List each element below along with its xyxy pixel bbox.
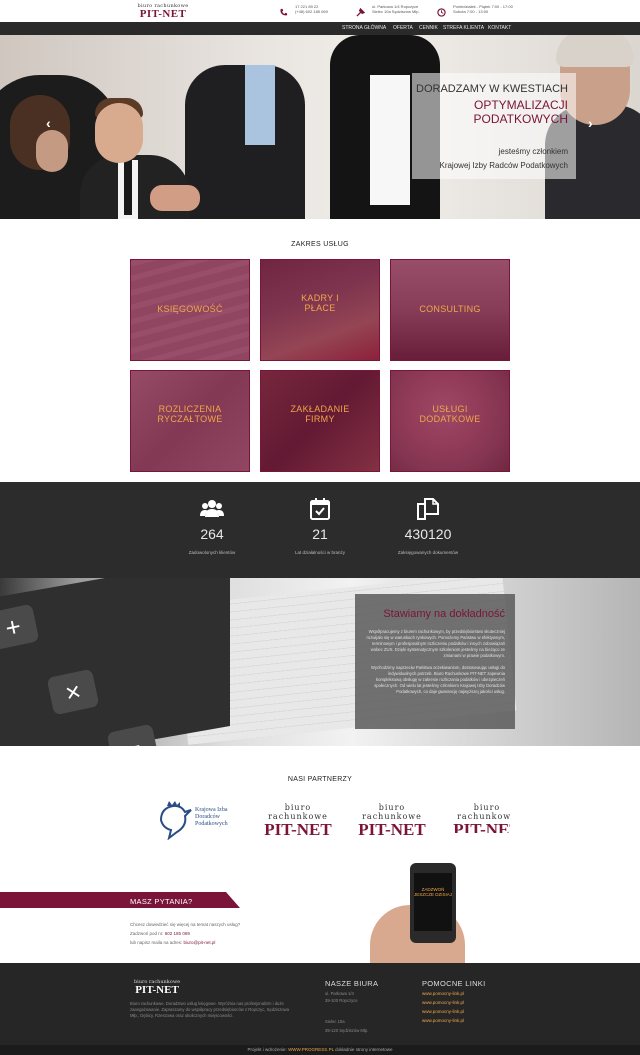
partner-pitnet-logo-3-clip: biuro rachunkowePIT-NET [447, 803, 510, 833]
smartphone-screen: ZADZWOŃ JESZCZE DZISIAJ [414, 873, 452, 931]
header-address: ul. Parkowa 1/4 Ropczyce Sielec 10a Sędz… [372, 4, 420, 14]
logo[interactable]: biuro rachunkowe PIT-NET [136, 3, 190, 20]
precision-paragraph-2: Wychodzimy naprzeciw Państwa oczekiwanio… [370, 665, 505, 694]
kidp-text: Krajowa Izba Doradców Podatkowych [195, 807, 228, 827]
header-phone: 17 221 89 22 (+48) 602 185 069 [295, 4, 328, 14]
footer-link[interactable]: www.pomocny-link.pl [422, 1000, 464, 1006]
footer-link[interactable]: www.pomocny-link.pl [422, 991, 464, 997]
nav-item-contact[interactable]: KONTAKT [488, 26, 511, 31]
eagle-icon [159, 801, 192, 840]
stat-documents: 430120 Zaksięgowanych dokumentów [368, 498, 488, 555]
header: biuro rachunkowe PIT-NET 17 221 89 22 (+… [0, 0, 640, 22]
service-label: ROZLICZENIA RYCZAŁTOWE [157, 404, 223, 424]
partners-title: NASI PARTNERZY [287, 776, 353, 783]
service-label: USŁUGI DODATKOWE [419, 404, 481, 424]
phone-screen-text: ZADZWOŃ JESZCZE DZISIAJ [414, 887, 453, 897]
service-tile-payroll[interactable]: KADRY I PŁACE [260, 259, 380, 361]
phone-line-2: (+48) 602 185 069 [295, 9, 328, 14]
partner-pitnet-logo-3[interactable]: biuro rachunkowePIT-NET [447, 803, 510, 833]
service-label: KADRY I PŁACE [301, 293, 339, 313]
service-label: CONSULTING [419, 304, 481, 314]
office-1-line-2: 39-100 Ropczyce [325, 998, 358, 1003]
partner-kidp-logo[interactable]: Krajowa Izba Doradców Podatkowych [155, 800, 250, 842]
hero-line-3-4: jesteśmy członkiem Krajowej Izby Radców … [408, 145, 568, 173]
main-nav: STRONA GŁÓWNA OFERTA CENNIK STREFA KLIEN… [0, 22, 640, 35]
service-tile-extra[interactable]: USŁUGI DODATKOWE [390, 370, 510, 472]
stat-value: 430120 [404, 526, 452, 542]
footer-link[interactable]: www.pomocny-link.pl [422, 1009, 464, 1015]
stat-value: 264 [200, 526, 224, 542]
copyright-bar: Projekt i wdrożenie: WWW.PROGRESS.PL dok… [0, 1045, 640, 1055]
stat-caption: Zadowolonych klientów [188, 550, 236, 555]
header-hours: Poniedziałek - Piątek 7:00 - 17:00 Sobot… [453, 4, 513, 14]
questions-banner [0, 892, 240, 908]
service-label: ZAKŁADANIE FIRMY [290, 404, 350, 424]
service-tile-consulting[interactable]: CONSULTING [390, 259, 510, 361]
questions-email-link[interactable]: biuro@pit-net.pl [184, 940, 216, 945]
services-title: ZAKRES USŁUG [291, 241, 349, 248]
nav-item-home[interactable]: STRONA GŁÓWNA [342, 26, 386, 31]
footer [0, 963, 640, 1045]
stats-section: 264 Zadowolonych klientów 21 Lat działal… [0, 482, 640, 578]
footer-about: Biuro rachunkowe. Doradztwo usług księgo… [130, 1001, 289, 1018]
nav-item-offer[interactable]: OFERTA [393, 26, 413, 31]
questions-phone-link[interactable]: 602 185 069 [165, 931, 190, 936]
slider-prev-arrow-icon[interactable]: ‹ [46, 115, 51, 131]
precision-body: Współpracujemy z biurem rachunkowym, by … [365, 629, 505, 695]
documents-icon [416, 498, 440, 520]
clock-icon [437, 4, 446, 17]
office-1-line-1: ul. Parkowa 1/4 [325, 991, 354, 996]
hero-line-2: OPTYMALIZACJI PODATKOWYCH [473, 98, 568, 126]
phone-icon [279, 4, 288, 16]
questions-line-1: Chcesz dowiedzieć się więcej na temat na… [130, 922, 241, 927]
hours-line-2: Sobota 7:00 - 13:00 [453, 9, 489, 14]
footer-offices-title: NASZE BIURA [325, 979, 379, 988]
stat-value: 21 [312, 526, 328, 542]
background-calculator [0, 578, 230, 746]
hero-slider: ‹ › DORADZAMY W KWESTIACH OPTYMALIZACJI … [0, 35, 640, 219]
service-tile-accounting[interactable]: KSIĘGOWOŚĆ [130, 259, 250, 361]
address-line-2: Sielec 10a Sędziszów Młp. [372, 9, 420, 14]
questions-title: MASZ PYTANIA? [130, 897, 193, 906]
precision-section: × + − [0, 578, 640, 746]
pin-icon [356, 4, 366, 17]
footer-link[interactable]: www.pomocny-link.pl [422, 1018, 464, 1024]
footer-links-title: POMOCNE LINKI [422, 979, 486, 988]
precision-title: Stawiamy na dokładność [383, 608, 505, 620]
users-icon [200, 498, 224, 520]
stat-caption: Lat działalności w branży [294, 550, 346, 555]
questions-line-3: lub napisz maila na adres: biuro@pit-net… [130, 940, 216, 945]
calendar-check-icon [308, 498, 332, 520]
service-label: KSIĘGOWOŚĆ [157, 304, 223, 314]
stat-years: 21 Lat działalności w branży [260, 498, 380, 555]
precision-textbox: Stawiamy na dokładność Współpracujemy z … [355, 594, 515, 729]
hero-line-3: jesteśmy członkiem [498, 147, 568, 156]
stat-caption: Zaksięgowanych dokumentów [397, 550, 459, 555]
hero-line-4: Krajowej Izby Radców Podatkowych [439, 161, 568, 170]
logo-title: PIT-NET [139, 8, 187, 20]
page: biuro rachunkowe PIT-NET 17 221 89 22 (+… [0, 0, 640, 1055]
hero-line-1: DORADZAMY W KWESTIACH [416, 83, 568, 95]
partner-pitnet-logo-2[interactable]: biuro rachunkowe PIT-NET [352, 803, 432, 839]
service-tile-lump-sum[interactable]: ROZLICZENIA RYCZAŁTOWE [130, 370, 250, 472]
hero-caption: DORADZAMY W KWESTIACH OPTYMALIZACJI PODA… [412, 73, 576, 179]
slider-next-arrow-icon[interactable]: › [588, 115, 593, 131]
service-tile-company-setup[interactable]: ZAKŁADANIE FIRMY [260, 370, 380, 472]
office-2-line-2: 39-120 Sędziszów Młp. [325, 1028, 369, 1033]
stat-clients: 264 Zadowolonych klientów [152, 498, 272, 555]
partner-pitnet-logo-1[interactable]: biuro rachunkowe PIT-NET [258, 803, 338, 839]
office-2-line-1: Sielec 10a [325, 1019, 345, 1024]
nav-item-client-zone[interactable]: STREFA KLIENTA [443, 26, 484, 31]
copyright-link[interactable]: WWW.PROGRESS.PL [288, 1047, 334, 1052]
nav-item-pricing[interactable]: CENNIK [419, 26, 438, 31]
questions-line-2: Zadzwoń pod nr: 602 185 069 [130, 931, 190, 936]
footer-logo[interactable]: biuro rachunkowe PIT-NET [130, 979, 184, 996]
precision-paragraph-1: Współpracujemy z biurem rachunkowym, by … [366, 629, 505, 658]
